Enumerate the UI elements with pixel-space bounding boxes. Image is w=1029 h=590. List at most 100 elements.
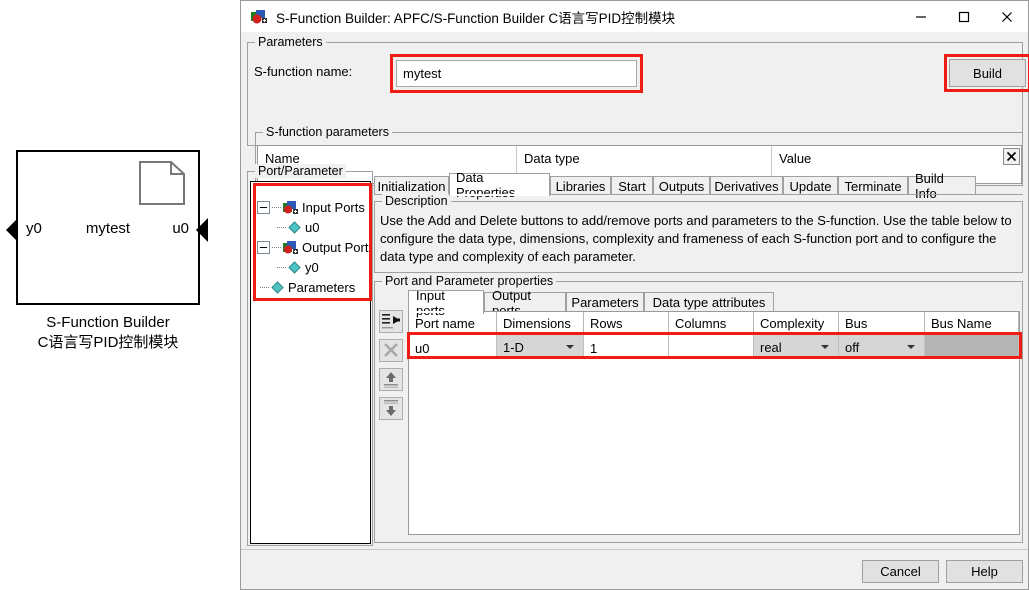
port-properties-group: Port and Parameter properties Input port… bbox=[374, 274, 1023, 543]
add-port-button[interactable] bbox=[379, 310, 403, 333]
col-dimensions: Dimensions bbox=[497, 312, 584, 335]
diamond-icon bbox=[271, 281, 284, 294]
tree-connector bbox=[277, 226, 286, 229]
cell-bus-name bbox=[925, 335, 1019, 359]
port-icon bbox=[283, 200, 298, 214]
sfunction-builder-dialog: S-Function Builder: APFC/S-Function Buil… bbox=[240, 0, 1029, 590]
diamond-icon bbox=[288, 221, 301, 234]
tree-item-label: u0 bbox=[305, 220, 320, 235]
cell-rows[interactable]: 1 bbox=[584, 335, 669, 359]
col-complexity: Complexity bbox=[754, 312, 839, 335]
input-signal-arrow bbox=[196, 218, 208, 242]
subtab-parameters[interactable]: Parameters bbox=[566, 292, 644, 312]
col-bus: Bus bbox=[839, 312, 925, 335]
diamond-icon bbox=[288, 261, 301, 274]
window-title: S-Function Builder: APFC/S-Function Buil… bbox=[276, 10, 676, 26]
move-down-button[interactable] bbox=[379, 397, 403, 420]
col-rows: Rows bbox=[584, 312, 669, 335]
cell-dimensions-value: 1-D bbox=[503, 339, 524, 355]
sfunction-name-input[interactable] bbox=[396, 60, 637, 87]
tab-libraries[interactable]: Libraries bbox=[550, 176, 611, 195]
cell-complexity-value: real bbox=[760, 339, 782, 355]
tree-item-y0[interactable]: y0 bbox=[277, 260, 319, 275]
tab-terminate[interactable]: Terminate bbox=[838, 176, 908, 195]
description-group: Description Use the Add and Delete butto… bbox=[374, 194, 1023, 273]
cancel-button[interactable]: Cancel bbox=[862, 560, 939, 583]
document-icon bbox=[139, 161, 185, 205]
close-icon[interactable] bbox=[985, 1, 1028, 32]
tree-connector bbox=[260, 286, 269, 289]
tree-item-label: y0 bbox=[305, 260, 319, 275]
sfunction-builder-icon bbox=[251, 9, 267, 23]
expander-minus-icon[interactable] bbox=[257, 201, 270, 214]
port-properties-group-title: Port and Parameter properties bbox=[382, 274, 557, 288]
chevron-down-icon bbox=[907, 345, 915, 349]
close-table-icon[interactable] bbox=[1003, 148, 1020, 165]
tab-start[interactable]: Start bbox=[611, 176, 653, 195]
tree-connector bbox=[277, 266, 286, 269]
sfunction-parameters-group-title: S-function parameters bbox=[263, 125, 392, 139]
tree-item-u0[interactable]: u0 bbox=[277, 220, 319, 235]
delete-port-button[interactable] bbox=[379, 339, 403, 362]
block-input-port-label: u0 bbox=[172, 220, 189, 237]
description-text: Use the Add and Delete buttons to add/re… bbox=[380, 213, 1012, 264]
tab-derivatives[interactable]: Derivatives bbox=[710, 176, 783, 195]
tab-initialization[interactable]: Initialization bbox=[374, 176, 449, 195]
window-controls bbox=[899, 1, 1028, 32]
port-properties-table[interactable]: Port name Dimensions Rows Columns Comple… bbox=[408, 311, 1020, 535]
cell-bus-value: off bbox=[845, 339, 860, 355]
tree-connector bbox=[272, 206, 281, 209]
parameters-group: Parameters S-function name: Build S-func… bbox=[247, 35, 1029, 186]
minimize-icon[interactable] bbox=[899, 1, 942, 32]
maximize-icon[interactable] bbox=[942, 1, 985, 32]
footer-separator bbox=[241, 549, 1028, 550]
tree-item-label: Input Ports bbox=[302, 200, 365, 215]
build-button[interactable]: Build bbox=[949, 59, 1026, 87]
cell-bus[interactable]: off bbox=[839, 335, 925, 359]
parameters-group-title: Parameters bbox=[255, 35, 326, 49]
tree-item-input-ports[interactable]: Input Ports bbox=[257, 200, 365, 215]
block-name-label: mytest bbox=[85, 220, 131, 237]
cell-columns[interactable] bbox=[669, 335, 754, 359]
sfunction-builder-block[interactable]: y0 mytest u0 bbox=[16, 150, 200, 305]
cell-dimensions[interactable]: 1-D bbox=[497, 335, 584, 359]
tab-outputs[interactable]: Outputs bbox=[653, 176, 710, 195]
block-caption-line2: C语言写PID控制模块 bbox=[37, 334, 179, 351]
block-caption: S-Function Builder C语言写PID控制模块 bbox=[0, 313, 216, 353]
description-group-title: Description bbox=[382, 194, 451, 208]
tree-item-parameters[interactable]: Parameters bbox=[260, 280, 355, 295]
subtab-output-ports[interactable]: Output ports bbox=[484, 288, 566, 318]
sfunction-name-label: S-function name: bbox=[254, 64, 353, 79]
port-parameter-group-title: Port/Parameter bbox=[255, 164, 346, 178]
move-up-button[interactable] bbox=[379, 368, 403, 391]
port-parameter-group: Port/Parameter Input Ports u0 Output Por… bbox=[247, 164, 373, 546]
subtab-data-type-attributes[interactable]: Data type attributes bbox=[644, 292, 774, 312]
subtabstrip-active-cover bbox=[409, 311, 483, 313]
simulink-canvas: y0 mytest u0 S-Function Builder C语言写PID控… bbox=[0, 0, 240, 590]
tree-item-label: Output Ports bbox=[302, 240, 371, 255]
port-tools-toolbar bbox=[379, 310, 405, 426]
tree-item-label: Parameters bbox=[288, 280, 356, 295]
main-tabstrip: Initialization Data Properties Libraries… bbox=[374, 170, 1023, 201]
col-columns: Columns bbox=[669, 312, 754, 335]
tree-item-output-ports[interactable]: Output Ports bbox=[257, 240, 371, 255]
tab-data-properties[interactable]: Data Properties bbox=[449, 170, 550, 200]
port-icon bbox=[283, 240, 298, 254]
tab-build-info[interactable]: Build Info bbox=[908, 171, 976, 201]
expander-minus-icon[interactable] bbox=[257, 241, 270, 254]
tabstrip-active-cover bbox=[450, 194, 549, 196]
port-parameter-tree[interactable]: Input Ports u0 Output Ports y0 Parameter… bbox=[250, 181, 371, 544]
chevron-down-icon bbox=[821, 345, 829, 349]
block-caption-line1: S-Function Builder bbox=[46, 314, 170, 331]
help-button[interactable]: Help bbox=[946, 560, 1023, 583]
tree-connector bbox=[272, 246, 281, 249]
col-bus-name: Bus Name bbox=[925, 312, 1019, 335]
title-bar: S-Function Builder: APFC/S-Function Buil… bbox=[241, 1, 1028, 32]
table-header-row: Port name Dimensions Rows Columns Comple… bbox=[409, 312, 1019, 335]
table-row[interactable]: u0 1-D 1 real off bbox=[409, 335, 1019, 359]
chevron-down-icon bbox=[566, 345, 574, 349]
tab-update[interactable]: Update bbox=[783, 176, 838, 195]
cell-port-name[interactable]: u0 bbox=[409, 335, 497, 359]
output-signal-arrow bbox=[6, 218, 18, 242]
cell-complexity[interactable]: real bbox=[754, 335, 839, 359]
